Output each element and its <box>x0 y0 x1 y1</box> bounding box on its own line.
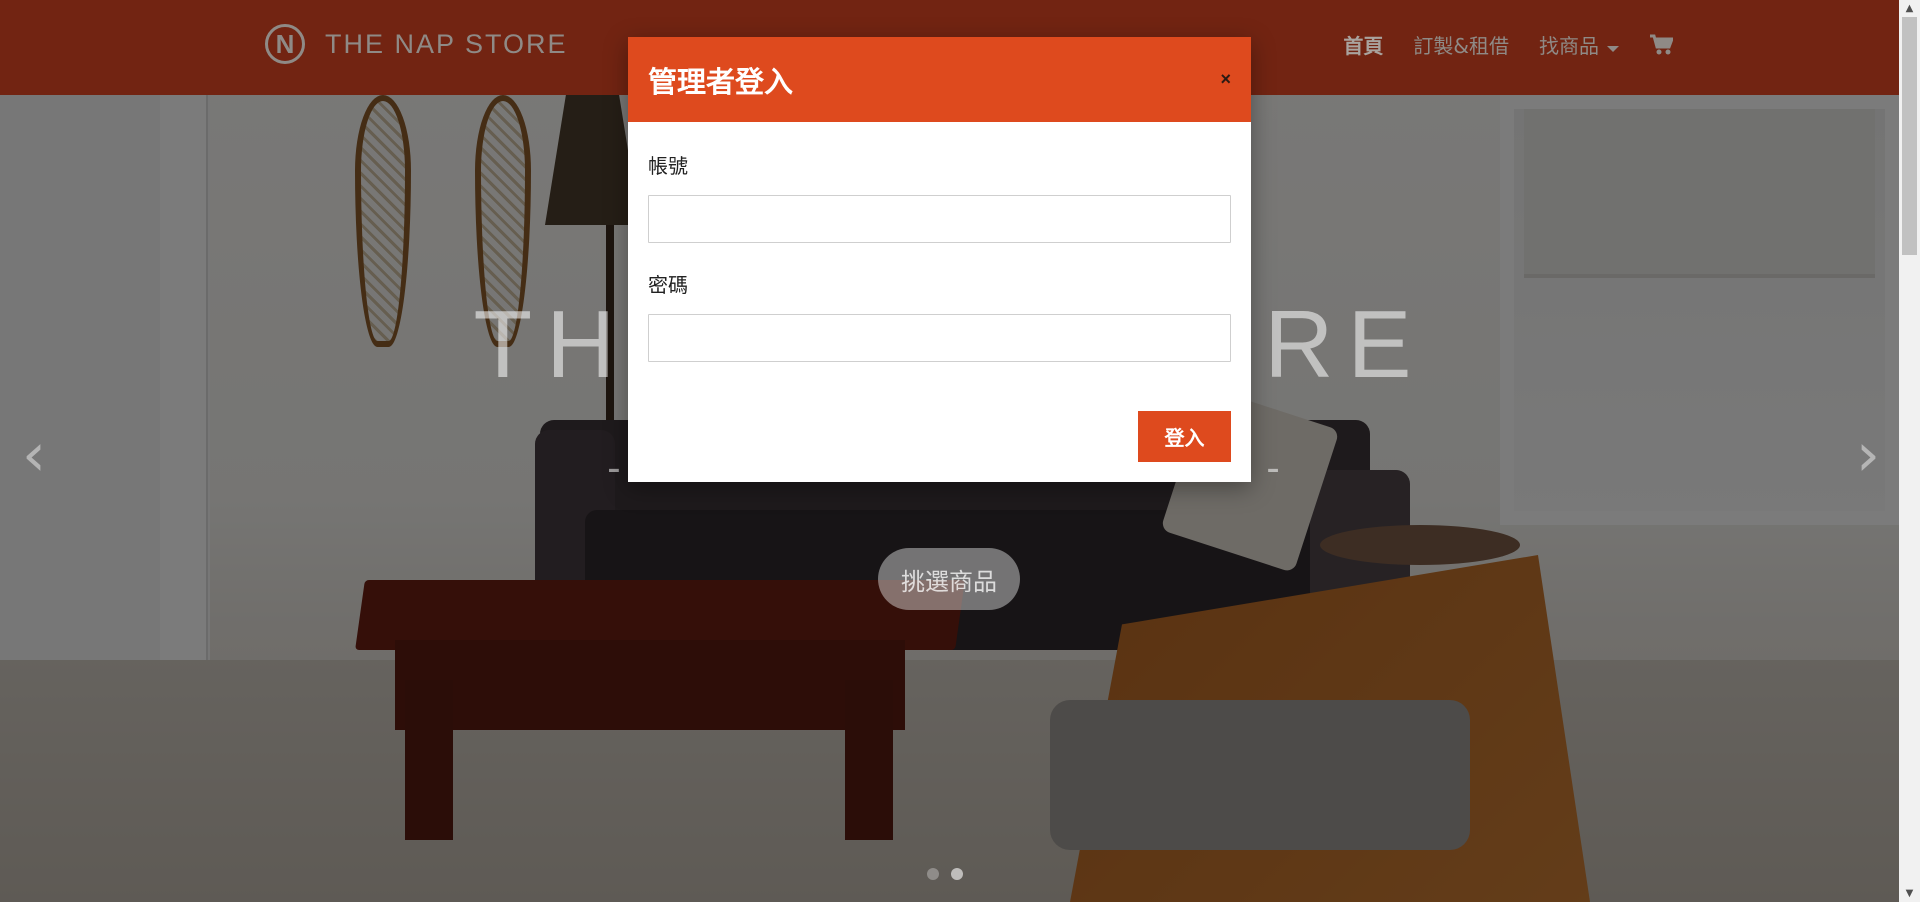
nav-links: 首頁 訂製&租借 找商品 <box>1343 30 1675 59</box>
page-scrollbar[interactable]: ▲ ▼ <box>1899 0 1920 902</box>
scroll-thumb[interactable] <box>1902 17 1917 255</box>
scroll-down-arrow-icon[interactable]: ▼ <box>1899 885 1920 902</box>
nav-link-custom-rental[interactable]: 訂製&租借 <box>1413 30 1509 59</box>
nav-link-home[interactable]: 首頁 <box>1343 30 1383 59</box>
modal-header: 管理者登入 × <box>628 37 1251 122</box>
carousel-dot-2[interactable] <box>951 868 963 880</box>
brand-name: THE NAP STORE <box>325 28 568 59</box>
nav-dropdown-products[interactable]: 找商品 <box>1539 30 1619 59</box>
caret-down-icon <box>1607 45 1619 52</box>
modal-title: 管理者登入 <box>648 64 794 99</box>
password-field[interactable] <box>648 314 1231 362</box>
chevron-left-icon[interactable]: ‹ <box>14 425 54 485</box>
account-field[interactable] <box>648 195 1231 243</box>
account-label: 帳號 <box>648 154 688 178</box>
carousel-dot-1[interactable] <box>927 868 939 880</box>
nav-link-products[interactable]: 找商品 <box>1539 34 1599 58</box>
chevron-right-icon[interactable]: › <box>1848 425 1888 485</box>
admin-login-modal: 管理者登入 × 帳號 密碼 登入 <box>628 37 1251 482</box>
scroll-up-arrow-icon[interactable]: ▲ <box>1899 0 1920 17</box>
browse-products-button[interactable]: 挑選商品 <box>878 548 1020 610</box>
carousel-indicators <box>927 868 963 880</box>
brand-logo-icon: N <box>265 24 305 64</box>
brand-link[interactable]: N THE NAP STORE <box>265 24 568 64</box>
modal-body: 帳號 密碼 <box>628 122 1251 388</box>
close-icon[interactable]: × <box>1220 69 1231 90</box>
password-label: 密碼 <box>648 273 688 297</box>
shopping-cart-icon[interactable] <box>1649 34 1675 56</box>
login-button[interactable]: 登入 <box>1138 411 1231 462</box>
